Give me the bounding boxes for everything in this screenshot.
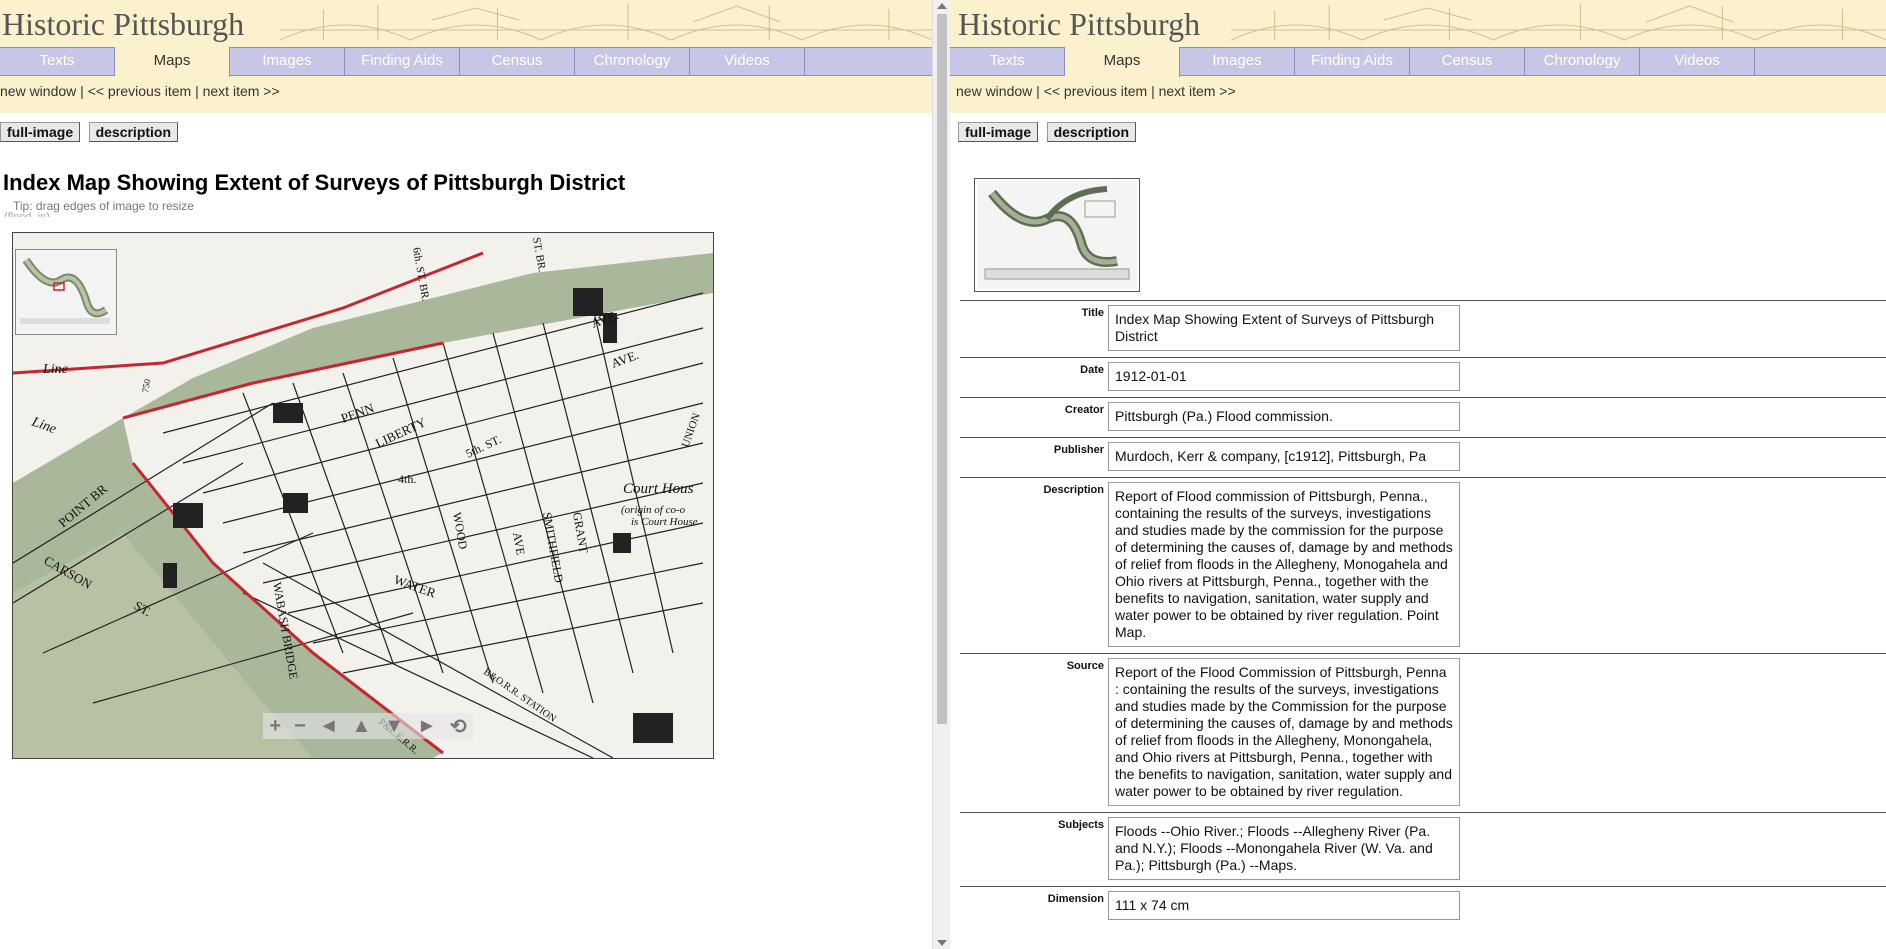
metadata-label: Title bbox=[1081, 307, 1104, 319]
pan-up-icon[interactable]: ▲ bbox=[352, 715, 372, 738]
previous-item-link[interactable]: << previous item bbox=[1044, 83, 1148, 99]
description-button[interactable]: description bbox=[88, 122, 179, 142]
metadata-row-subjects: Subjects Floods --Ohio River.; Floods --… bbox=[960, 812, 1886, 880]
metadata-value: Murdoch, Kerr & company, [c1912], Pittsb… bbox=[1108, 442, 1460, 471]
metadata-label: Creator bbox=[1064, 404, 1104, 416]
new-window-link[interactable]: new window bbox=[0, 83, 76, 99]
previous-item-link[interactable]: << previous item bbox=[88, 83, 192, 99]
metadata-value: 1912-01-01 bbox=[1108, 362, 1460, 391]
map-image[interactable]: Line Line POINT BR CARSON ST. WABASH BRI… bbox=[13, 233, 713, 758]
tab-finding-aids[interactable]: Finding Aids bbox=[345, 48, 460, 75]
tab-texts[interactable]: Texts bbox=[950, 48, 1065, 75]
overview-map-thumbnail bbox=[20, 257, 110, 324]
item-nav-links: new window | << previous item | next ite… bbox=[0, 76, 932, 113]
metadata-label: Source bbox=[1066, 660, 1104, 672]
metadata-value: Index Map Showing Extent of Surveys of P… bbox=[1108, 305, 1460, 351]
metadata-value: 111 x 74 cm bbox=[1108, 891, 1460, 920]
metadata-row-title: Title Index Map Showing Extent of Survey… bbox=[960, 300, 1886, 351]
full-image-button[interactable]: full-image bbox=[958, 122, 1039, 142]
tab-videos[interactable]: Videos bbox=[1640, 48, 1755, 75]
left-pane: Historic Pittsburgh Texts Maps Images Fi… bbox=[0, 0, 932, 949]
link-separator: | bbox=[1147, 83, 1159, 99]
rotate-icon[interactable]: ⟲ bbox=[450, 714, 467, 739]
tab-chronology[interactable]: Chronology bbox=[575, 48, 690, 75]
site-logo[interactable]: Historic Pittsburgh bbox=[958, 6, 1200, 43]
item-nav-links: new window | << previous item | next ite… bbox=[950, 76, 1886, 113]
tab-images[interactable]: Images bbox=[230, 48, 345, 75]
map-thumbnail[interactable] bbox=[974, 178, 1140, 292]
tab-texts[interactable]: Texts bbox=[0, 48, 115, 75]
zoom-out-icon[interactable]: − bbox=[294, 715, 306, 738]
metadata-table: Title Index Map Showing Extent of Survey… bbox=[960, 300, 1886, 920]
item-title: Index Map Showing Extent of Surveys of P… bbox=[3, 170, 626, 195]
pan-left-icon[interactable]: ◄ bbox=[319, 715, 339, 738]
metadata-value: Pittsburgh (Pa.) Flood commission. bbox=[1108, 402, 1460, 431]
link-separator: | bbox=[1032, 83, 1044, 99]
map-zoom-controls: + − ◄ ▲ ▼ ► ⟲ bbox=[263, 713, 473, 739]
metadata-row-source: Source Report of the Flood Commission of… bbox=[960, 653, 1886, 806]
map-overview-navigator[interactable] bbox=[15, 249, 117, 335]
map-label-fourth: 4th. bbox=[398, 472, 416, 486]
metadata-label: Publisher bbox=[1053, 444, 1104, 456]
link-separator: | bbox=[191, 83, 203, 99]
site-banner: Historic Pittsburgh bbox=[0, 0, 932, 47]
metadata-label: Dimension bbox=[1047, 893, 1104, 905]
metadata-value: Report of the Flood Commission of Pittsb… bbox=[1108, 658, 1460, 806]
site-logo[interactable]: Historic Pittsburgh bbox=[2, 6, 244, 43]
tab-finding-aids[interactable]: Finding Aids bbox=[1295, 48, 1410, 75]
tab-maps[interactable]: Maps bbox=[115, 47, 230, 77]
scroll-up-icon[interactable] bbox=[937, 3, 947, 9]
scrollbar-thumb[interactable] bbox=[937, 14, 947, 724]
tab-census[interactable]: Census bbox=[460, 48, 575, 75]
pan-right-icon[interactable]: ► bbox=[417, 715, 437, 738]
main-nav: Texts Maps Images Finding Aids Census Ch… bbox=[950, 47, 1886, 77]
metadata-row-description: Description Report of Flood commission o… bbox=[960, 477, 1886, 647]
tab-videos[interactable]: Videos bbox=[690, 48, 805, 75]
metadata-row-date: Date 1912-01-01 bbox=[960, 357, 1886, 391]
metadata-row-dimension: Dimension 111 x 74 cm bbox=[960, 886, 1886, 920]
map-label-point-br: POINT BR bbox=[55, 481, 110, 530]
scroll-down-icon[interactable] bbox=[937, 940, 947, 946]
metadata-label: Description bbox=[1043, 484, 1104, 496]
metadata-row-publisher: Publisher Murdoch, Kerr & company, [c191… bbox=[960, 437, 1886, 471]
tab-census[interactable]: Census bbox=[1410, 48, 1525, 75]
metadata-label: Date bbox=[1080, 364, 1104, 376]
map-label-origin2: is Court House bbox=[631, 516, 698, 528]
tab-maps[interactable]: Maps bbox=[1065, 47, 1180, 77]
metadata-value: Report of Flood commission of Pittsburgh… bbox=[1108, 482, 1460, 647]
link-separator: | bbox=[76, 83, 88, 99]
banner-skyline-art bbox=[1230, 4, 1886, 41]
metadata-row-creator: Creator Pittsburgh (Pa.) Flood commissio… bbox=[960, 397, 1886, 431]
zoom-in-icon[interactable]: + bbox=[269, 715, 281, 738]
pane-divider-scrollbar[interactable] bbox=[932, 0, 951, 949]
metadata-label: Subjects bbox=[1058, 819, 1104, 831]
next-item-link[interactable]: next item >> bbox=[1159, 83, 1236, 99]
main-nav: Texts Maps Images Finding Aids Census Ch… bbox=[0, 47, 932, 77]
map-label-court-house: Court Hous bbox=[623, 481, 694, 497]
next-item-link[interactable]: next item >> bbox=[203, 83, 280, 99]
new-window-link[interactable]: new window bbox=[956, 83, 1032, 99]
map-label-origin1: (origin of co-o bbox=[621, 504, 686, 516]
full-image-button[interactable]: full-image bbox=[0, 122, 81, 142]
tab-images[interactable]: Images bbox=[1180, 48, 1295, 75]
map-thumbnail-image bbox=[977, 181, 1137, 289]
view-buttons: full-image description bbox=[950, 113, 1886, 156]
map-label-line1: Line bbox=[42, 362, 68, 377]
pan-down-icon[interactable]: ▼ bbox=[384, 715, 404, 738]
metadata-value: Floods --Ohio River.; Floods --Allegheny… bbox=[1108, 817, 1460, 880]
right-pane: Historic Pittsburgh Texts Maps Images Fi… bbox=[950, 0, 1886, 949]
view-buttons: full-image description bbox=[0, 113, 932, 156]
map-viewer[interactable]: Line Line POINT BR CARSON ST. WABASH BRI… bbox=[12, 232, 714, 759]
site-banner: Historic Pittsburgh bbox=[950, 0, 1886, 47]
tab-chronology[interactable]: Chronology bbox=[1525, 48, 1640, 75]
banner-skyline-art bbox=[279, 4, 932, 41]
description-button[interactable]: description bbox=[1046, 122, 1137, 142]
